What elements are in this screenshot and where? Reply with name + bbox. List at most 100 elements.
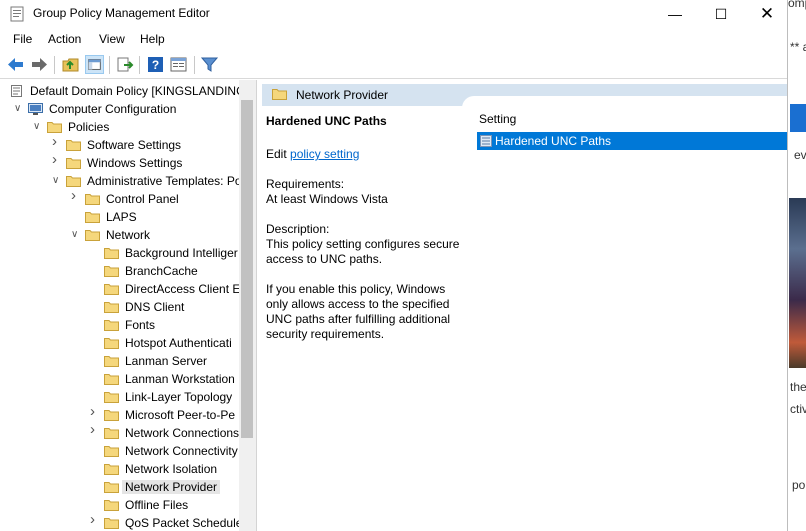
up-folder-icon[interactable] (61, 55, 80, 74)
background-window: omp ** a ev the ctiv po (788, 0, 806, 531)
folder-icon (66, 139, 81, 151)
folder-icon (104, 337, 119, 349)
tree-node[interactable]: Network Connectivity (0, 442, 240, 460)
background-text: ev (794, 148, 806, 162)
tree-node[interactable]: Lanman Server (0, 352, 240, 370)
expand-chevron-icon[interactable]: › (90, 512, 100, 527)
tree-node[interactable]: Network Provider (0, 478, 240, 496)
tree-node[interactable]: Hotspot Authenticati (0, 334, 240, 352)
tree-node[interactable]: DirectAccess Client Ex (0, 280, 246, 298)
folder-icon (104, 409, 119, 421)
computer-icon (28, 103, 43, 115)
minimize-button[interactable]: — (652, 0, 698, 28)
collapse-chevron-icon[interactable]: ∨ (52, 175, 62, 187)
folder-icon (104, 247, 119, 259)
tree-node-label: DirectAccess Client Ex (125, 282, 247, 296)
description-label: Description: (266, 222, 330, 236)
tree-node-label: Hotspot Authenticati (125, 336, 232, 350)
folder-icon (104, 373, 119, 385)
tree-node-label: Network (106, 228, 151, 242)
menu-action[interactable]: Action (48, 32, 81, 46)
folder-icon (104, 283, 119, 295)
scrollbar-thumb[interactable] (241, 100, 253, 438)
tree-scrollbar[interactable] (239, 80, 256, 531)
tree-node[interactable]: › Network Connections (0, 422, 240, 442)
setting-column-header[interactable]: Setting (479, 112, 516, 126)
tree-node[interactable]: ∨ Policies (0, 118, 240, 136)
show-hide-tree-icon[interactable] (85, 55, 104, 74)
pane-header-title: Network Provider (296, 88, 389, 102)
setting-row[interactable]: Hardened UNC Paths (477, 132, 787, 150)
tree-node[interactable]: ∨ Computer Configuration (0, 100, 240, 118)
tree-node-label: Computer Configuration (49, 102, 177, 116)
filter-icon[interactable] (200, 55, 219, 74)
policy-setting-link[interactable]: policy setting (290, 147, 359, 161)
collapse-chevron-icon[interactable]: ∨ (33, 121, 43, 133)
tree-node[interactable]: › Control Panel (0, 188, 240, 208)
close-button[interactable]: ✕ (744, 0, 788, 28)
forward-arrow-icon[interactable] (30, 55, 49, 74)
background-image (789, 198, 806, 368)
description-panel: Hardened UNC Paths Edit policy setting R… (266, 114, 462, 342)
tree-node-label: QoS Packet Schedule (125, 516, 243, 530)
expand-chevron-icon[interactable]: › (90, 404, 100, 419)
expand-chevron-icon[interactable]: › (52, 134, 62, 149)
tree-node[interactable]: Network Isolation (0, 460, 240, 478)
folder-icon (104, 427, 119, 439)
expand-chevron-icon[interactable]: › (90, 422, 100, 437)
tree-node[interactable]: Background Intelliger (0, 244, 240, 262)
tab-corner (462, 96, 788, 108)
folder-icon (66, 175, 81, 187)
tree-node-label: BranchCache (125, 264, 198, 278)
tree-node[interactable]: Fonts (0, 316, 240, 334)
folder-icon (66, 157, 81, 169)
tree-node[interactable]: Lanman Workstation (0, 370, 240, 388)
tree-node[interactable]: › Software Settings (0, 134, 240, 154)
tree-node-label: Lanman Server (125, 354, 208, 368)
tree-node[interactable]: LAPS (0, 208, 240, 226)
expand-chevron-icon[interactable]: › (71, 188, 81, 203)
tree-node-label: Policies (68, 120, 110, 134)
background-blue-tile (790, 104, 806, 132)
menu-view[interactable]: View (99, 32, 125, 46)
collapse-chevron-icon[interactable]: ∨ (71, 229, 81, 241)
properties-icon[interactable] (169, 55, 188, 74)
tree-node-label: LAPS (106, 210, 137, 224)
tree-node[interactable]: Default Domain Policy [KINGSLANDING (0, 82, 245, 100)
tree-node[interactable]: Offline Files (0, 496, 240, 514)
menu-help[interactable]: Help (140, 32, 165, 46)
background-text: omp (788, 0, 806, 10)
collapse-chevron-icon[interactable]: ∨ (14, 103, 24, 115)
tree-node[interactable]: ∨ Administrative Templates: Po (0, 172, 242, 190)
folder-icon (104, 517, 119, 529)
maximize-button[interactable]: ☐ (698, 0, 744, 28)
folder-icon (104, 319, 119, 331)
tree-node[interactable]: ∨ Network (0, 226, 240, 244)
title-bar: Group Policy Management Editor — ☐ ✕ (0, 0, 788, 28)
requirements-label: Requirements: (266, 177, 345, 191)
background-text: the (790, 380, 806, 394)
expand-chevron-icon[interactable]: › (52, 152, 62, 167)
setting-row-label: Hardened UNC Paths (495, 134, 612, 148)
gpme-app-icon (10, 6, 24, 22)
tree-node-label: Lanman Workstation (125, 372, 235, 386)
folder-icon (85, 193, 100, 205)
tree-node-label: Link-Layer Topology (125, 390, 233, 404)
tree-node-label: Windows Settings (87, 156, 183, 170)
back-arrow-icon[interactable] (6, 55, 25, 74)
tree-node[interactable]: BranchCache (0, 262, 240, 280)
toolbar-separator (109, 56, 110, 74)
menu-file[interactable]: File (13, 32, 32, 46)
tree-node[interactable]: Link-Layer Topology (0, 388, 240, 406)
folder-icon (85, 211, 100, 223)
export-list-icon[interactable] (115, 55, 134, 74)
tree-node[interactable]: › Windows Settings (0, 152, 240, 172)
tree-node[interactable]: › QoS Packet Schedule (0, 512, 243, 531)
svg-text:?: ? (152, 58, 159, 72)
tree-node[interactable]: DNS Client (0, 298, 240, 316)
tree-node[interactable]: › Microsoft Peer-to-Pe (0, 404, 240, 424)
policy-icon (9, 85, 24, 97)
help-icon[interactable]: ? (146, 55, 165, 74)
folder-icon (47, 121, 62, 133)
edit-line: Edit policy setting (266, 147, 462, 162)
